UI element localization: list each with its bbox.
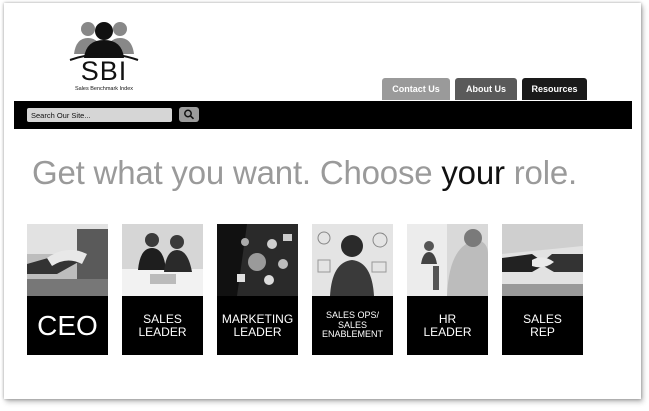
role-card-ceo[interactable]: CEO bbox=[27, 224, 108, 355]
role-label-line2: LEADER bbox=[138, 324, 187, 339]
role-card-sales-ops[interactable]: SALES OPS/ SALES ENABLEMENT bbox=[312, 224, 393, 355]
role-card-sales-rep[interactable]: SALES REP bbox=[502, 224, 583, 355]
headline-text-end: role. bbox=[504, 154, 577, 191]
role-label-line2: LEADER bbox=[423, 324, 472, 339]
logo-text: SBI bbox=[80, 56, 128, 86]
search-input[interactable] bbox=[27, 108, 172, 122]
role-label-line2: LEADER bbox=[233, 324, 282, 339]
role-label-line2: REP bbox=[530, 324, 555, 339]
search-button[interactable] bbox=[179, 107, 199, 122]
role-cards: CEO SALES LEADER MARKETING LEADER SALES … bbox=[27, 224, 583, 355]
role-label-line1: HR bbox=[438, 311, 457, 326]
tab-resources[interactable]: Resources bbox=[522, 78, 587, 100]
logo-subtitle: Sales Benchmark Index bbox=[74, 86, 134, 92]
role-card-sales-leader[interactable]: SALES LEADER bbox=[122, 224, 203, 355]
digital-icons-photo bbox=[217, 224, 298, 296]
meeting-photo bbox=[122, 224, 203, 296]
role-label-line1: CEO bbox=[37, 309, 98, 341]
whiteboard-photo bbox=[312, 224, 393, 296]
nav-tabs: Contact Us About Us Resources bbox=[382, 78, 587, 100]
headline-text: Get what you want. Choose bbox=[32, 154, 442, 191]
role-label-line1: SALES bbox=[523, 311, 562, 326]
role-label-line3: ENABLEMENT bbox=[321, 329, 383, 340]
headline-emphasis: your bbox=[441, 154, 505, 191]
tab-contact-us[interactable]: Contact Us bbox=[382, 78, 450, 100]
role-card-hr-leader[interactable]: HR LEADER bbox=[407, 224, 488, 355]
tab-about-us[interactable]: About Us bbox=[455, 78, 517, 100]
handshake-photo bbox=[502, 224, 583, 296]
role-label-line1: SALES bbox=[143, 311, 182, 326]
candidate-photo bbox=[407, 224, 488, 296]
role-card-marketing-leader[interactable]: MARKETING LEADER bbox=[217, 224, 298, 355]
role-label-line1: MARKETING bbox=[221, 311, 294, 326]
search-icon bbox=[184, 109, 195, 120]
handshake-photo bbox=[27, 224, 108, 296]
page-headline: Get what you want. Choose your role. bbox=[32, 154, 577, 192]
